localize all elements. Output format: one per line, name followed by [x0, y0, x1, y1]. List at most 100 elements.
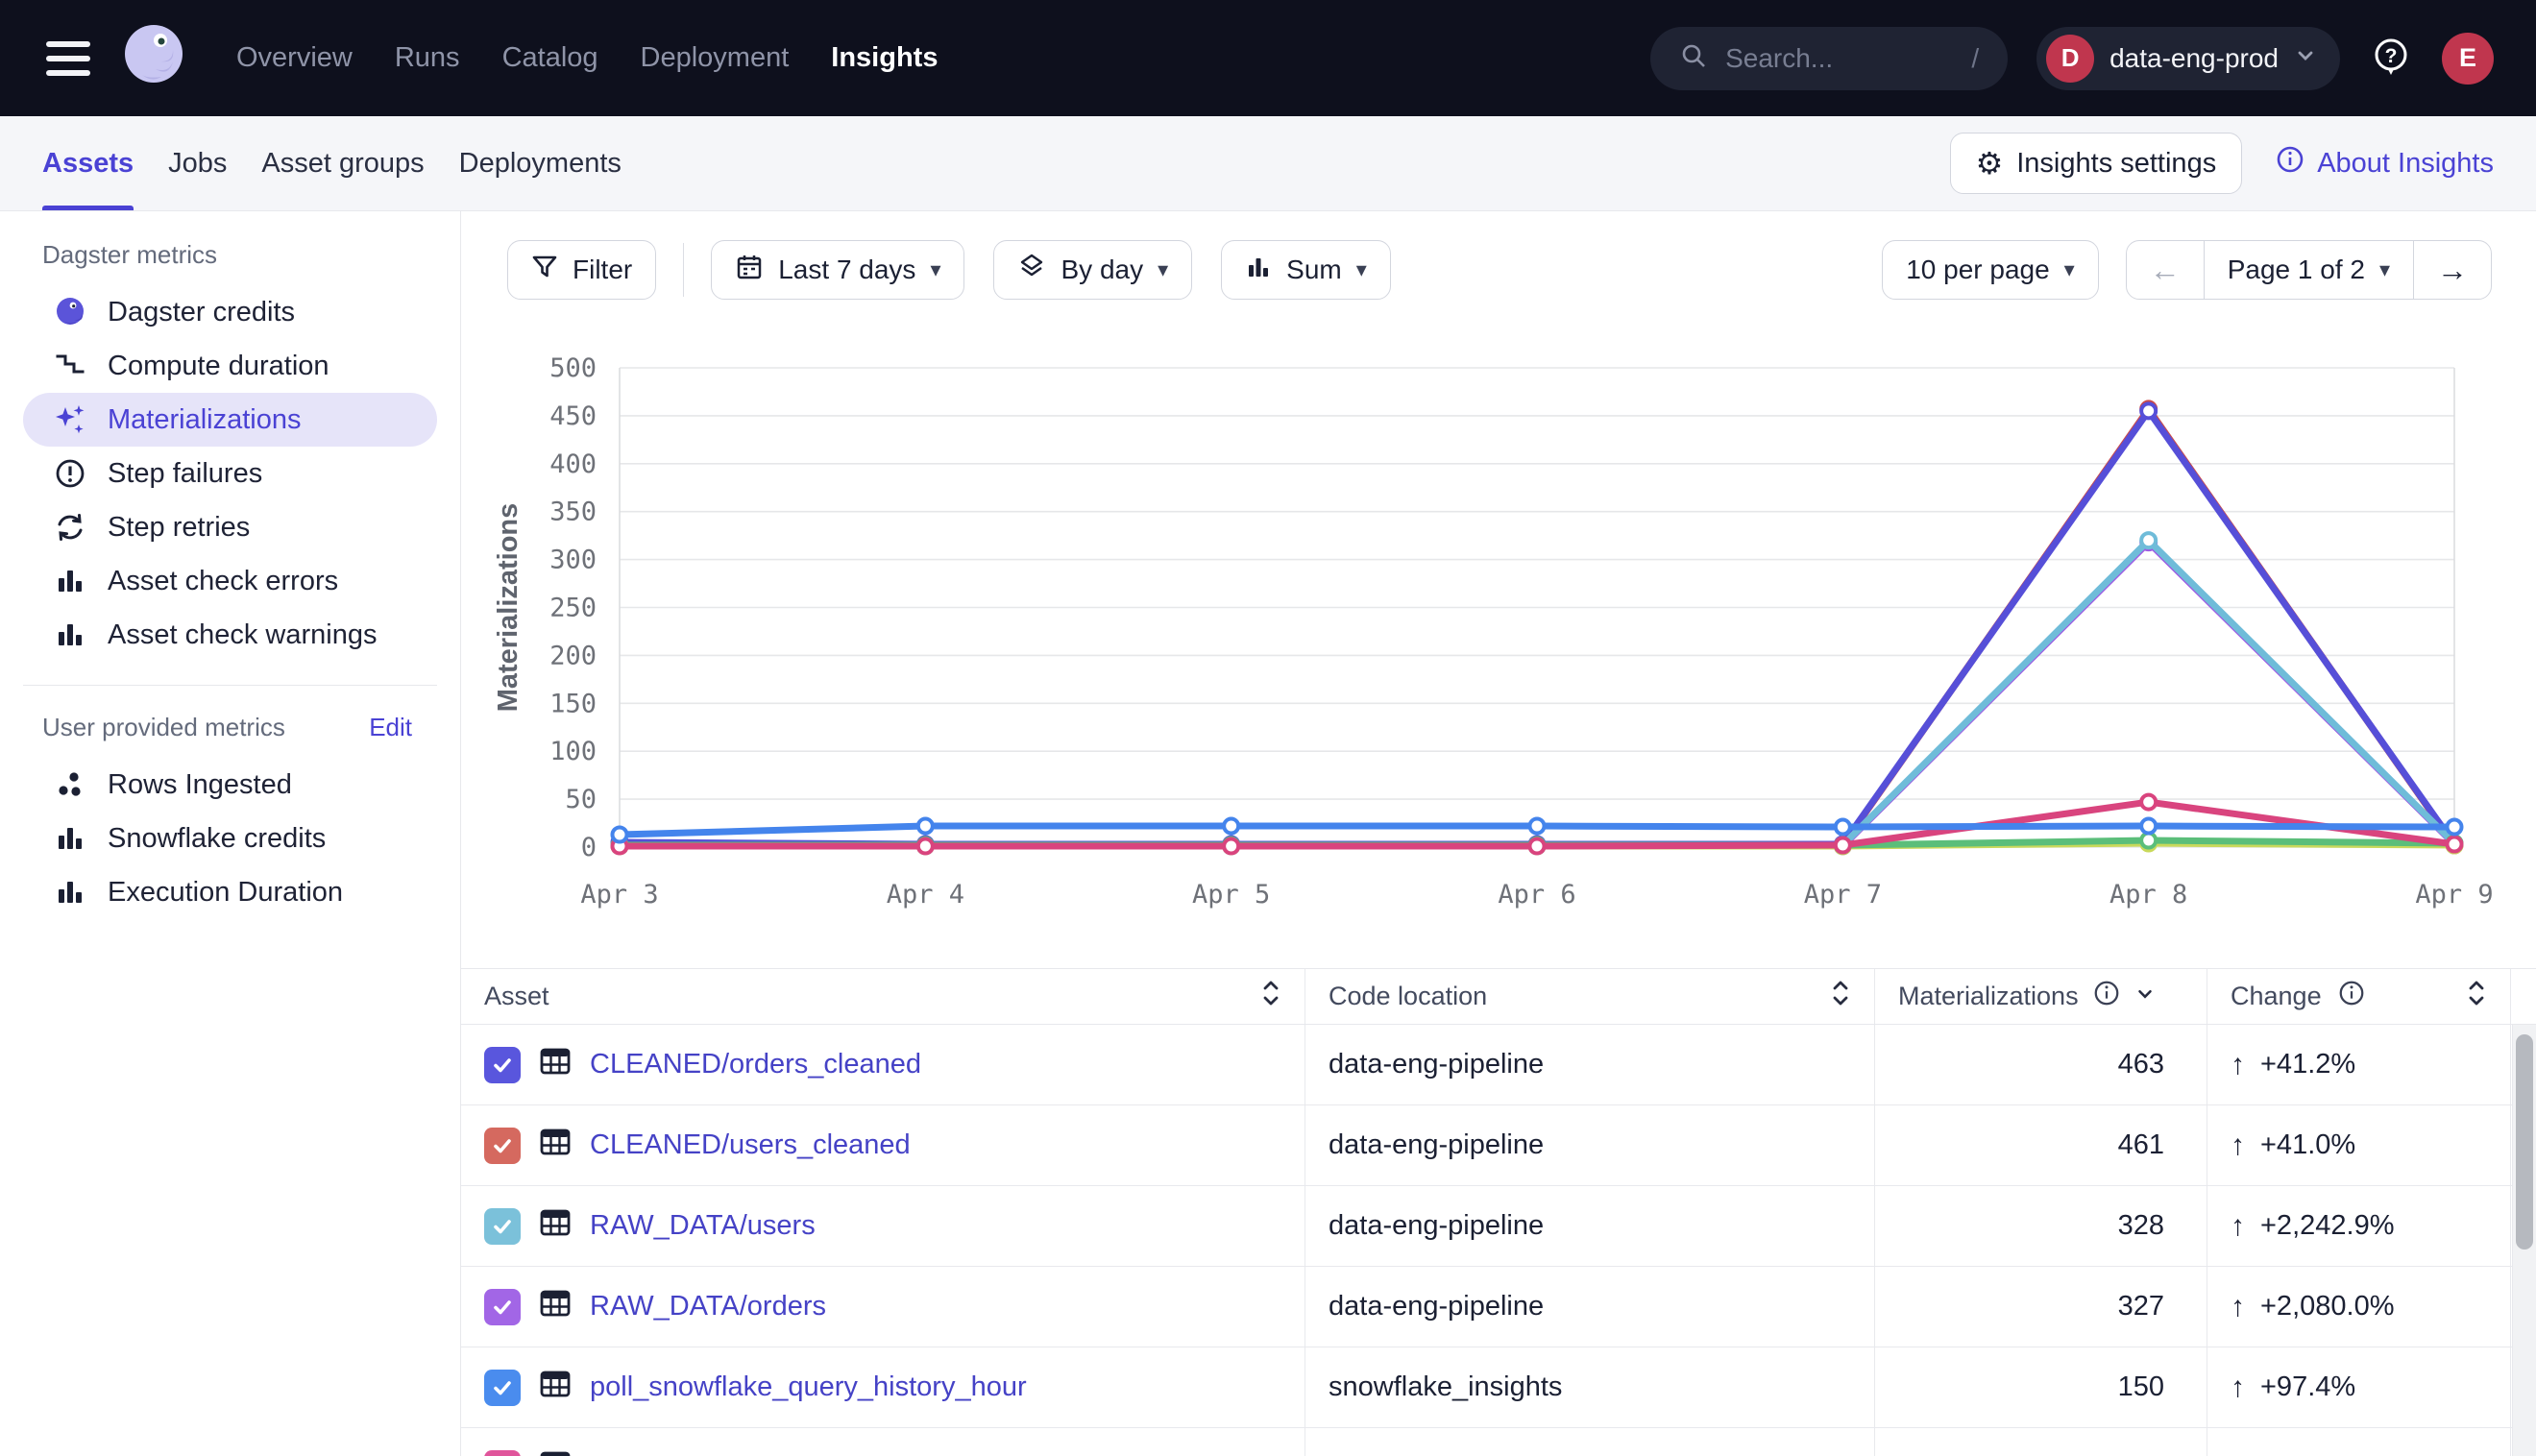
insights-tabs: Assets Jobs Asset groups Deployments: [42, 116, 622, 210]
data-point-marker[interactable]: [1224, 839, 1238, 854]
sidebar-item-asset-check-errors[interactable]: Asset check errors: [23, 554, 437, 608]
chevron-down-icon[interactable]: [2134, 982, 2156, 1011]
column-header-asset[interactable]: Asset: [461, 969, 1305, 1024]
main-panel: Filter Last 7 days ▾ By day ▾: [461, 211, 2536, 1456]
asset-link[interactable]: CLEANED/users_cleaned: [590, 1129, 911, 1161]
table-row: CLEANED/orders_cleaneddata-eng-pipeline4…: [461, 1025, 2536, 1105]
search-placeholder: Search...: [1725, 43, 1954, 74]
deployment-name: data-eng-prod: [2109, 43, 2279, 74]
data-point-marker[interactable]: [613, 828, 627, 842]
asset-link[interactable]: RAW_DATA/users: [590, 1210, 816, 1242]
data-point-marker[interactable]: [918, 819, 933, 834]
series-checkbox[interactable]: [484, 1128, 521, 1164]
column-header-code-location[interactable]: Code location: [1305, 969, 1875, 1024]
arrow-up-icon: ↑: [2231, 1452, 2245, 1456]
data-point-marker[interactable]: [1836, 838, 1850, 853]
table-asset-icon: [538, 1125, 573, 1167]
sidebar-section-title: Dagster metrics: [42, 240, 217, 270]
dagster-logo-icon[interactable]: [117, 19, 190, 97]
series-checkbox[interactable]: [484, 1370, 521, 1406]
line-chart-svg: 050100150200250300350400450500Apr 3Apr 4…: [461, 325, 2536, 949]
nav-item-overview[interactable]: Overview: [236, 42, 353, 74]
data-point-marker[interactable]: [918, 839, 933, 854]
sidebar-item-snowflake-credits[interactable]: Snowflake credits: [23, 812, 437, 865]
tab-asset-groups[interactable]: Asset groups: [261, 116, 424, 210]
search-input[interactable]: Search... /: [1650, 27, 2008, 90]
deployment-switcher[interactable]: D data-eng-prod: [2036, 27, 2340, 90]
data-point-marker[interactable]: [2141, 834, 2156, 848]
data-point-marker[interactable]: [1836, 820, 1850, 835]
arrow-up-icon: ↑: [2231, 1129, 2245, 1162]
edit-metrics-link[interactable]: Edit: [369, 713, 412, 742]
sort-icon[interactable]: [1830, 979, 1851, 1014]
about-insights-link[interactable]: About Insights: [2275, 144, 2494, 182]
sort-icon[interactable]: [2466, 979, 2487, 1014]
aggregation-select[interactable]: Sum ▾: [1221, 240, 1391, 300]
tab-deployments[interactable]: Deployments: [459, 116, 622, 210]
assets-table: Asset Code location Materializations: [461, 968, 2536, 1456]
asset-link[interactable]: RAW_DATA/orders: [590, 1291, 826, 1323]
arrow-right-icon: →: [2437, 253, 2468, 288]
asset-link[interactable]: CLEANED/…: [590, 1452, 757, 1456]
page-select[interactable]: Page 1 of 2 ▾: [2204, 241, 2413, 299]
filter-button[interactable]: Filter: [507, 240, 656, 300]
sidebar-item-dagster-credits[interactable]: Dagster credits: [23, 285, 437, 339]
series-checkbox[interactable]: [484, 1208, 521, 1245]
prev-page-button[interactable]: ←: [2127, 241, 2204, 299]
sidebar-item-execution-duration[interactable]: Execution Duration: [23, 865, 437, 919]
axis-tick-label: Apr 7: [1804, 880, 1882, 910]
data-point-marker[interactable]: [2141, 795, 2156, 810]
tab-assets[interactable]: Assets: [42, 116, 134, 210]
bar-chart-icon: [52, 563, 88, 599]
tab-jobs[interactable]: Jobs: [168, 116, 227, 210]
user-avatar[interactable]: E: [2442, 33, 2494, 85]
caret-down-icon: ▾: [1158, 257, 1168, 282]
sort-icon[interactable]: [1260, 979, 1281, 1014]
data-point-marker[interactable]: [1224, 819, 1238, 834]
sidebar-item-compute-duration[interactable]: Compute duration: [23, 339, 437, 393]
asset-link[interactable]: CLEANED/orders_cleaned: [590, 1049, 921, 1080]
materializations-cell: 150: [1875, 1347, 2207, 1427]
column-header-materializations[interactable]: Materializations: [1875, 969, 2207, 1024]
data-point-marker[interactable]: [1530, 839, 1545, 854]
sidebar-item-asset-check-warnings[interactable]: Asset check warnings: [23, 608, 437, 662]
nav-item-catalog[interactable]: Catalog: [502, 42, 598, 74]
series-checkbox[interactable]: [484, 1450, 521, 1456]
per-page-select[interactable]: 10 per page ▾: [1882, 240, 2099, 300]
code-location-cell: data-eng-pipeline: [1305, 1267, 1875, 1347]
asset-link[interactable]: poll_snowflake_query_history_hour: [590, 1371, 1027, 1403]
info-icon[interactable]: [2092, 979, 2121, 1014]
scrollbar-thumb[interactable]: [2516, 1034, 2533, 1250]
code-location-cell: data-eng-pipeline: [1305, 1428, 1875, 1456]
insights-settings-button[interactable]: ⚙ Insights settings: [1950, 133, 2243, 194]
sidebar-item-materializations[interactable]: Materializations: [23, 393, 437, 447]
help-icon[interactable]: ?: [2369, 34, 2413, 83]
sidebar-item-label: Asset check warnings: [108, 619, 377, 651]
date-range-select[interactable]: Last 7 days ▾: [711, 240, 964, 300]
sidebar-item-step-retries[interactable]: Step retries: [23, 500, 437, 554]
sidebar-item-rows-ingested[interactable]: Rows Ingested: [23, 758, 437, 812]
info-icon[interactable]: [2337, 979, 2366, 1014]
nav-item-deployment[interactable]: Deployment: [641, 42, 790, 74]
data-point-marker[interactable]: [2141, 819, 2156, 834]
nav-item-runs[interactable]: Runs: [395, 42, 460, 74]
data-point-marker[interactable]: [2448, 837, 2462, 852]
nav-item-insights[interactable]: Insights: [831, 42, 938, 74]
data-point-marker[interactable]: [1530, 819, 1545, 834]
table-scrollbar[interactable]: [2512, 1025, 2536, 1456]
hamburger-menu-icon[interactable]: [46, 41, 90, 76]
column-header-change[interactable]: Change: [2207, 969, 2511, 1024]
bar-chart-icon: [52, 820, 88, 857]
arrow-up-icon: ↑: [2231, 1291, 2245, 1323]
data-point-marker[interactable]: [2141, 533, 2156, 547]
table-asset-icon: [538, 1447, 573, 1456]
series-checkbox[interactable]: [484, 1289, 521, 1325]
granularity-select[interactable]: By day ▾: [993, 240, 1192, 300]
data-point-marker[interactable]: [2448, 820, 2462, 835]
data-point-marker[interactable]: [2141, 403, 2156, 418]
sidebar-item-step-failures[interactable]: Step failures: [23, 447, 437, 500]
search-icon: [1679, 41, 1708, 75]
next-page-button[interactable]: →: [2413, 241, 2491, 299]
chart-series: [613, 403, 2462, 851]
series-checkbox[interactable]: [484, 1047, 521, 1083]
